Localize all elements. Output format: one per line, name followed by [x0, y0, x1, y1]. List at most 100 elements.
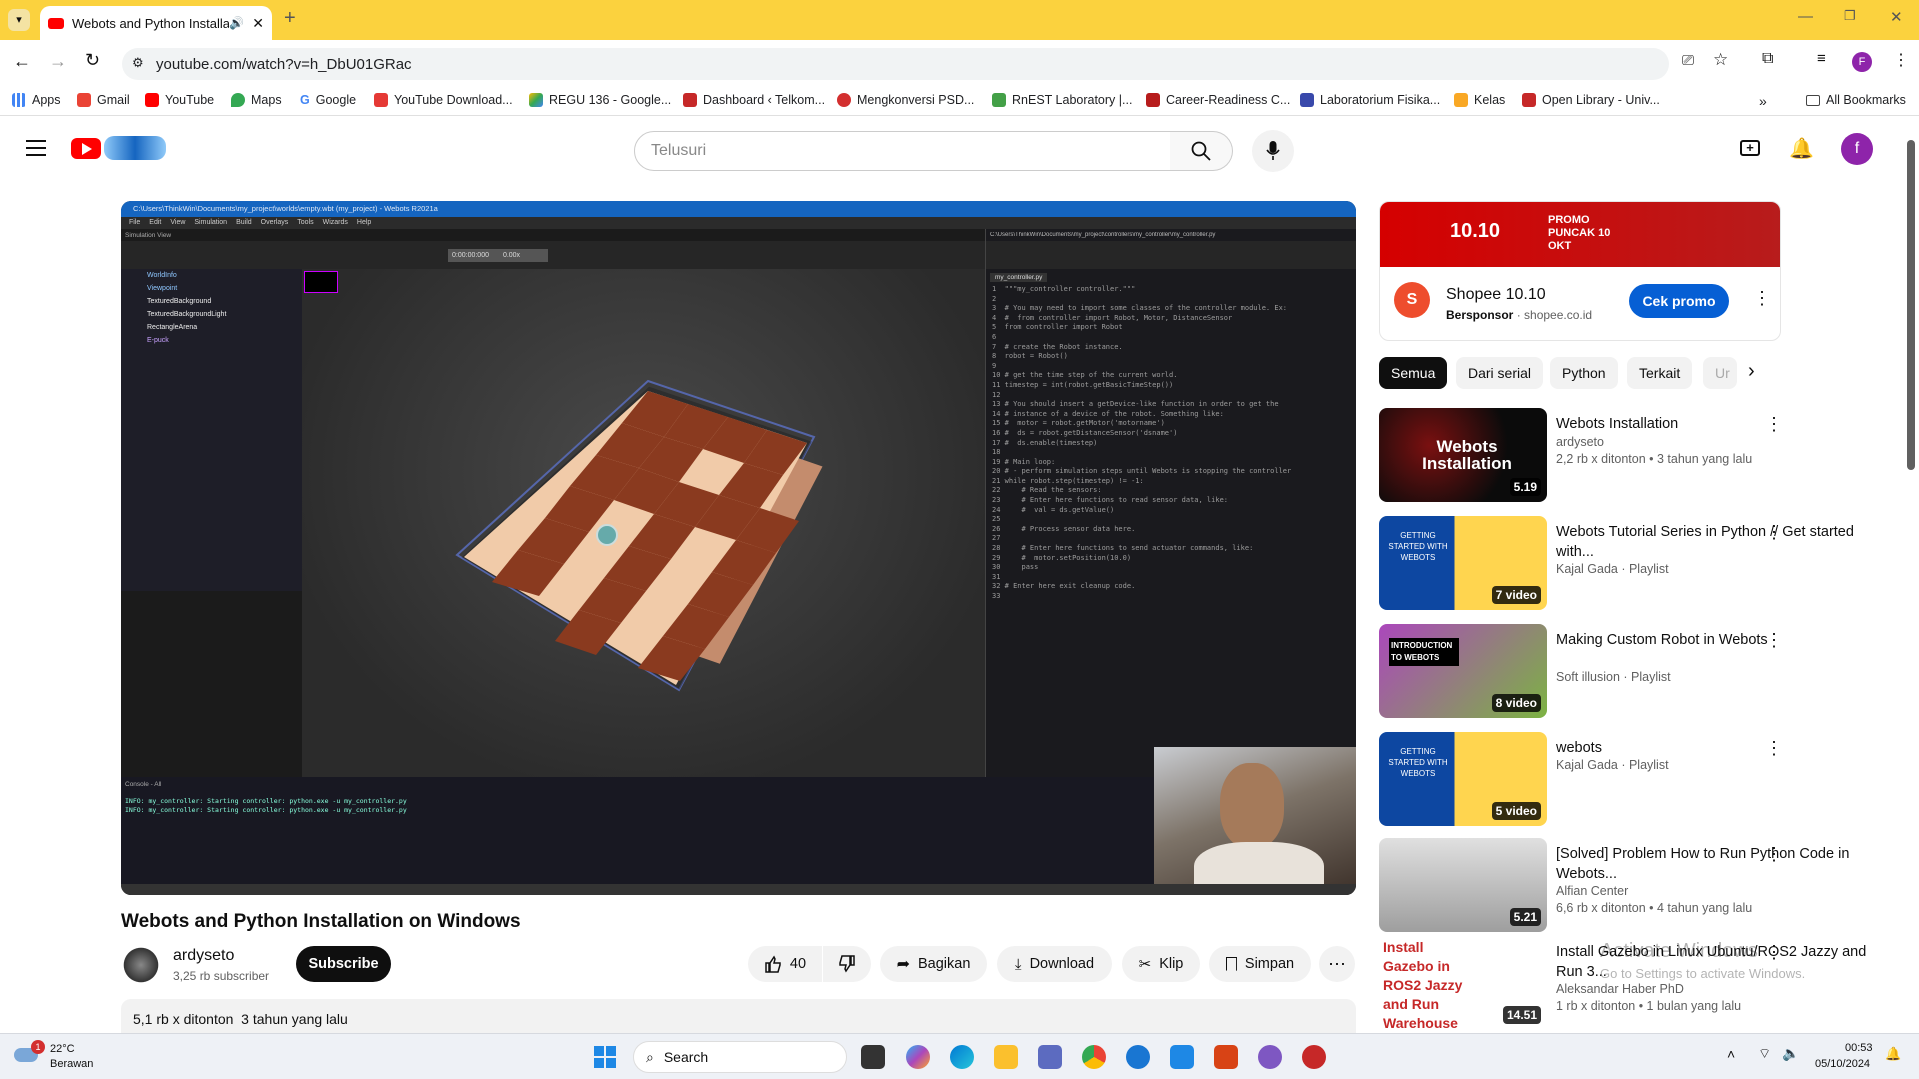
window-close-icon[interactable]: ✕ [1890, 8, 1903, 26]
search-button[interactable] [1170, 131, 1233, 171]
store-icon[interactable] [1170, 1045, 1194, 1069]
bookmark-rnest[interactable]: RnEST Laboratory |... [992, 93, 1132, 107]
teams-icon[interactable] [1038, 1045, 1062, 1069]
screen-cast-icon[interactable]: ⎚ [1682, 52, 1694, 69]
volume-icon[interactable]: 🔈 [1782, 1045, 1799, 1062]
video-thumbnail[interactable]: Webots Installation 5.19 [1379, 408, 1547, 502]
powerpoint-icon[interactable] [1214, 1045, 1238, 1069]
forward-icon[interactable]: → [49, 51, 67, 72]
bookmark-dashboard[interactable]: Dashboard ‹ Telkom... [683, 93, 825, 107]
chip-python[interactable]: Python [1550, 357, 1618, 389]
bookmark-yt-download[interactable]: YouTube Download... [374, 93, 513, 107]
bookmark-psd[interactable]: Mengkonversi PSD... [837, 93, 974, 107]
vscode-icon[interactable] [1126, 1045, 1150, 1069]
bookmark-regu[interactable]: REGU 136 - Google... [529, 93, 671, 107]
list-item[interactable]: INTRODUCTION TO WEBOTS 8 video Making Cu… [1379, 624, 1909, 724]
chip-all[interactable]: Semua [1379, 357, 1448, 389]
wifi-icon[interactable]: ⌔ [1758, 1045, 1771, 1063]
page-scrollbar[interactable] [1907, 140, 1915, 470]
voice-search-button[interactable] [1252, 130, 1294, 172]
ad-banner[interactable]: 10.10 PROMO PUNCAK 10 OKT [1380, 202, 1780, 267]
back-icon[interactable]: ← [13, 51, 31, 72]
playlist-thumbnail[interactable]: INTRODUCTION TO WEBOTS 8 video [1379, 624, 1547, 718]
bookmark-google[interactable]: G Google [300, 93, 356, 107]
minimize-icon[interactable]: — [1798, 8, 1813, 25]
share-button[interactable]: ➦ Bagikan [880, 946, 987, 982]
file-explorer-icon[interactable] [994, 1045, 1018, 1069]
copilot-icon[interactable] [906, 1045, 930, 1069]
ad-card[interactable]: 10.10 PROMO PUNCAK 10 OKT S Shopee 10.10… [1379, 201, 1781, 341]
bookmark-apps[interactable]: Apps [12, 93, 61, 107]
create-video-icon[interactable]: + [1740, 140, 1760, 156]
bookmark-maps[interactable]: Maps [231, 93, 282, 107]
subscribe-button[interactable]: Subscribe [296, 946, 391, 982]
speaker-icon[interactable]: 🔊 [229, 16, 244, 30]
list-item[interactable]: GETTING STARTED WITH WEBOTS 5 video webo… [1379, 732, 1909, 832]
rec-more-icon[interactable]: ⋮ [1765, 844, 1783, 865]
browser-menu-icon[interactable]: ⋮ [1893, 50, 1909, 70]
rec-more-icon[interactable]: ⋮ [1765, 522, 1783, 543]
media-icon[interactable]: ≡ [1817, 50, 1826, 67]
list-item[interactable]: 5.21 [Solved] Problem How to Run Python … [1379, 838, 1909, 938]
notifications-bell-icon[interactable]: 🔔 [1789, 136, 1814, 161]
chip-related[interactable]: Terkait [1627, 357, 1693, 389]
video-player[interactable]: C:\Users\ThinkWin\Documents\my_project\w… [121, 201, 1356, 895]
more-bookmarks-icon[interactable]: » [1759, 93, 1767, 109]
chrome-icon[interactable] [1082, 1045, 1106, 1069]
description-box[interactable]: 5,1 rb x ditonton 3 tahun yang lalu [121, 999, 1356, 1033]
rec-more-icon[interactable]: ⋮ [1765, 942, 1783, 963]
bookmark-gmail[interactable]: Gmail [77, 93, 130, 107]
player-progress-bar[interactable] [121, 884, 1356, 895]
channel-avatar[interactable] [121, 945, 161, 985]
youtube-logo[interactable] [71, 138, 101, 159]
list-item[interactable]: GETTING STARTED WITH WEBOTS 7 video Webo… [1379, 516, 1909, 616]
rec-more-icon[interactable]: ⋮ [1765, 738, 1783, 759]
video-thumbnail[interactable]: 5.21 [1379, 838, 1547, 932]
bookmark-youtube[interactable]: YouTube [145, 93, 214, 107]
like-button[interactable]: 40 [748, 946, 822, 982]
site-info-icon[interactable]: ⚙ [132, 55, 144, 71]
video-thumbnail[interactable]: Install Gazebo in ROS2 Jazzy and Run War… [1379, 936, 1547, 1030]
rec-more-icon[interactable]: ⋮ [1765, 630, 1783, 651]
clip-button[interactable]: ✂ Klip [1122, 946, 1200, 982]
weather-widget[interactable]: 1 22°C Berawan [14, 1040, 134, 1074]
bookmark-career[interactable]: Career-Readiness C... [1146, 93, 1290, 107]
address-bar[interactable]: ⚙ youtube.com/watch?v=h_DbU01GRac [122, 48, 1669, 80]
tab-search-dropdown-icon[interactable]: ▾ [8, 9, 30, 31]
ad-cta-button[interactable]: Cek promo [1629, 284, 1729, 318]
dislike-button[interactable] [823, 946, 871, 982]
bookmark-kelas[interactable]: Kelas [1454, 93, 1505, 107]
chips-next-icon[interactable]: › [1748, 360, 1755, 383]
webots-app-icon[interactable] [1302, 1045, 1326, 1069]
doodle-logo[interactable] [104, 136, 166, 160]
restore-icon[interactable]: ❐ [1844, 8, 1856, 24]
profile-avatar[interactable]: F [1852, 52, 1872, 72]
list-item[interactable]: Webots Installation 5.19 Webots Installa… [1379, 408, 1909, 508]
chip-from-series[interactable]: Dari serial [1456, 357, 1544, 389]
extensions-icon[interactable]: ⧉ [1762, 50, 1773, 68]
tab-active[interactable]: Webots and Python Installa 🔊 ✕ [40, 6, 272, 40]
download-button[interactable]: ⤓ Download [997, 946, 1112, 982]
rec-more-icon[interactable]: ⋮ [1765, 414, 1783, 435]
bookmark-lab-fisika[interactable]: Laboratorium Fisika... [1300, 93, 1440, 107]
playlist-thumbnail[interactable]: GETTING STARTED WITH WEBOTS 7 video [1379, 516, 1547, 610]
all-bookmarks[interactable]: All Bookmarks [1806, 93, 1906, 107]
bookmark-star-icon[interactable]: ☆ [1713, 50, 1728, 70]
ad-more-icon[interactable]: ⋮ [1753, 288, 1771, 309]
clock-date[interactable]: 05/10/2024 [1815, 1058, 1870, 1070]
notification-bell-icon[interactable]: 🔔 [1885, 1046, 1901, 1062]
hamburger-menu-icon[interactable] [26, 140, 46, 156]
task-view-icon[interactable] [861, 1045, 885, 1069]
save-button[interactable]: Simpan [1209, 946, 1311, 982]
playlist-thumbnail[interactable]: GETTING STARTED WITH WEBOTS 5 video [1379, 732, 1547, 826]
clock-time[interactable]: 00:53 [1845, 1042, 1873, 1054]
edge-icon[interactable] [950, 1045, 974, 1069]
app-icon[interactable] [1258, 1045, 1282, 1069]
tab-close-icon[interactable]: ✕ [252, 15, 264, 32]
more-actions-button[interactable]: ⋯ [1319, 946, 1355, 982]
new-tab-icon[interactable]: + [284, 7, 296, 30]
start-button[interactable] [594, 1046, 616, 1068]
account-avatar[interactable]: f [1841, 133, 1873, 165]
reload-icon[interactable]: ↻ [85, 50, 100, 71]
search-input[interactable]: Telusuri [634, 131, 1171, 171]
